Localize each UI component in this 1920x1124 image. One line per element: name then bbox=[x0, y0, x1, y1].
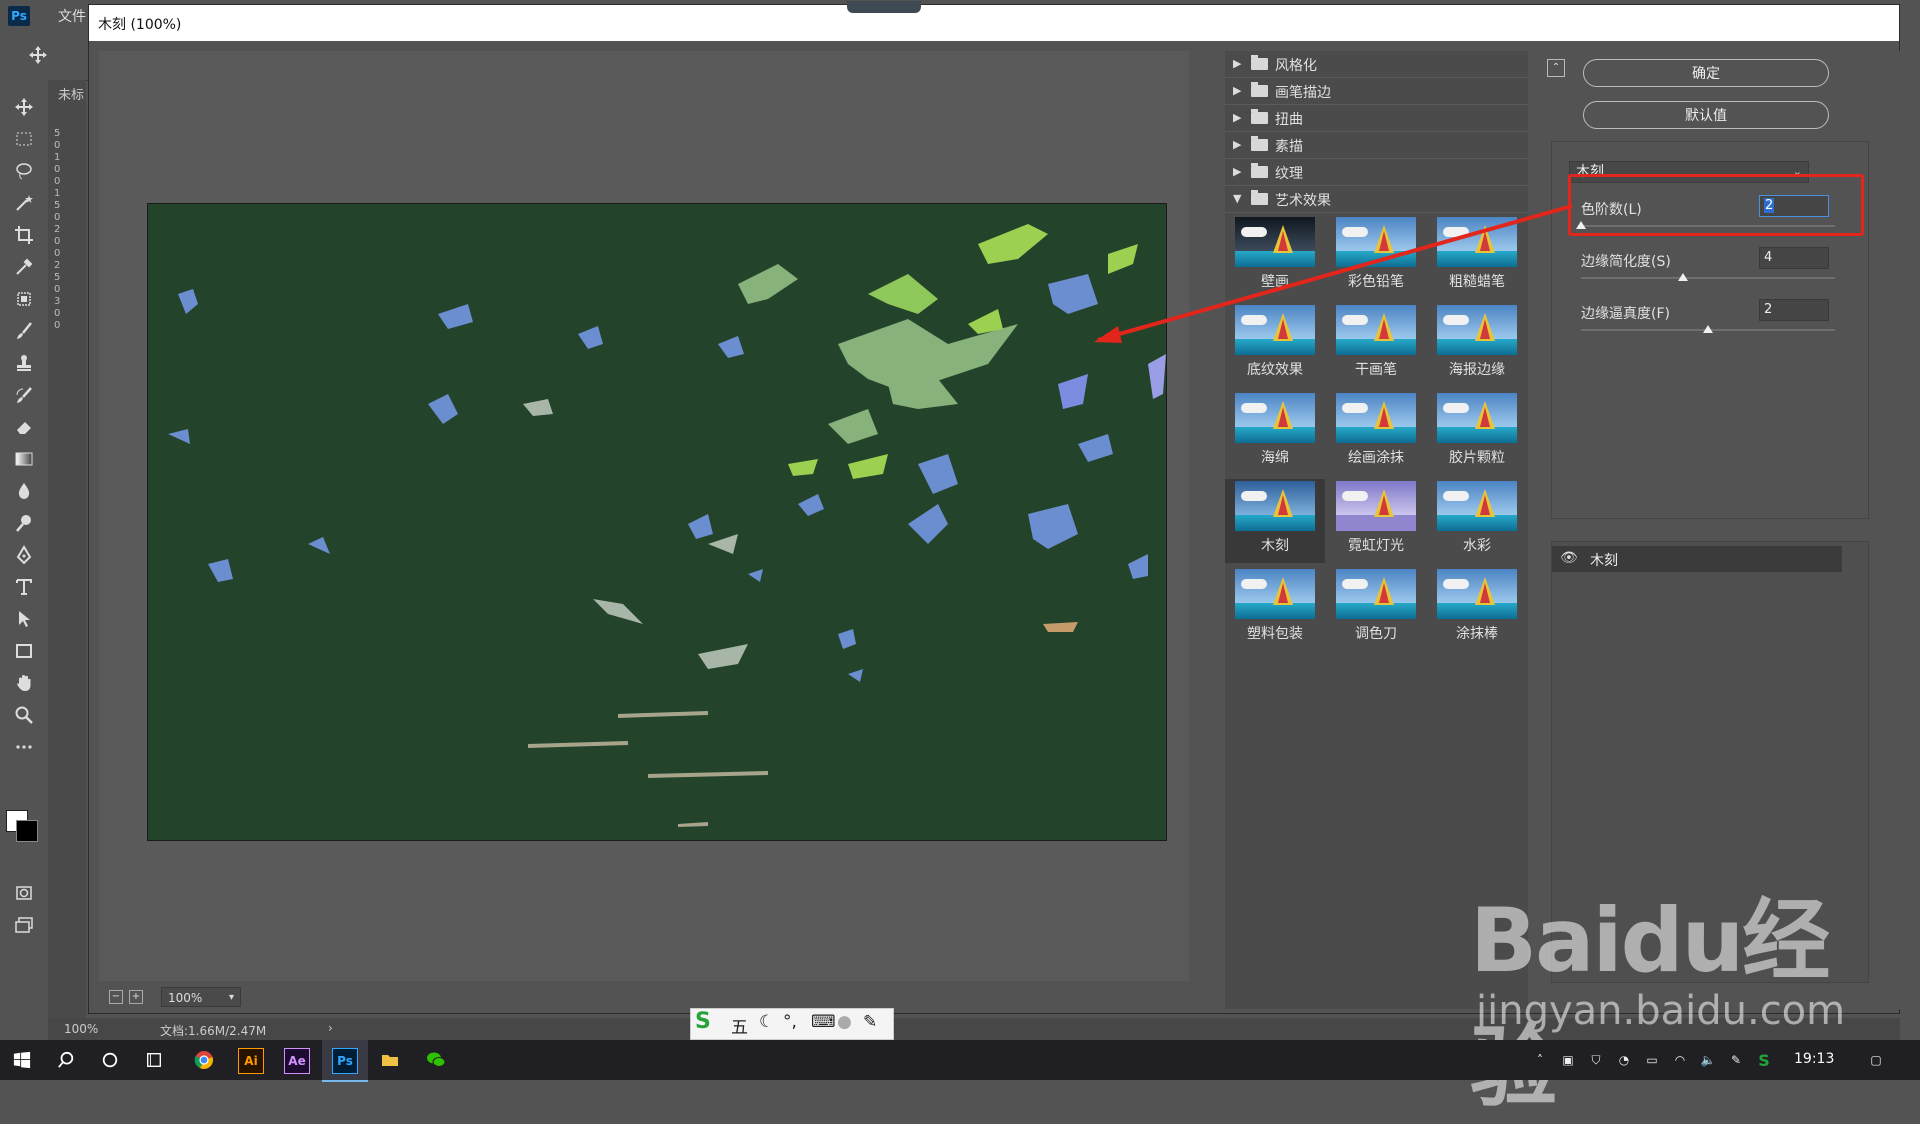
pen-tray-icon[interactable]: ✎ bbox=[1724, 1048, 1748, 1072]
wechat-icon[interactable] bbox=[424, 1048, 448, 1072]
sogou-tray-icon[interactable]: S bbox=[1752, 1048, 1776, 1072]
search-icon[interactable] bbox=[54, 1048, 78, 1072]
task-view-icon[interactable] bbox=[142, 1048, 166, 1072]
after-effects-icon[interactable]: Ae bbox=[284, 1048, 310, 1074]
security-shield-icon[interactable]: ⛉ bbox=[1584, 1048, 1608, 1072]
clock-time[interactable]: 19:13 bbox=[1794, 1051, 1834, 1067]
windows-taskbar: Ai Ae Ps ˄ ▣ ⛉ ◔ ▭ ◠ 🔈 ✎ S 19:13 ▢ bbox=[0, 1040, 1920, 1082]
tray-app-icon[interactable]: ▣ bbox=[1556, 1048, 1580, 1072]
user-icon[interactable]: ● bbox=[837, 1012, 852, 1032]
wifi-icon[interactable]: ◠ bbox=[1668, 1048, 1692, 1072]
ime-mode[interactable]: 五 bbox=[731, 1013, 748, 1038]
file-explorer-icon[interactable] bbox=[378, 1048, 402, 1072]
baidu-watermark: Baidu经验 jingyan.baidu.com bbox=[1470, 870, 1900, 1119]
windows-start-icon[interactable] bbox=[10, 1048, 34, 1072]
watermark-url: jingyan.baidu.com bbox=[1476, 988, 1846, 1034]
punctuation-icon[interactable]: °, bbox=[783, 1012, 797, 1032]
notification-icon[interactable]: ▢ bbox=[1864, 1048, 1888, 1072]
illustrator-icon[interactable]: Ai bbox=[238, 1048, 264, 1074]
photoshop-icon[interactable]: Ps bbox=[332, 1048, 358, 1074]
battery-icon[interactable]: ▭ bbox=[1640, 1048, 1664, 1072]
volume-icon[interactable]: 🔈 bbox=[1696, 1048, 1720, 1072]
keyboard-icon[interactable]: ⌨ bbox=[811, 1012, 836, 1032]
sogou-logo-icon[interactable]: S bbox=[695, 1009, 721, 1037]
moon-icon[interactable]: ☾ bbox=[759, 1012, 774, 1032]
chevron-up-icon[interactable]: ˄ bbox=[1528, 1048, 1552, 1072]
network-icon[interactable]: ◔ bbox=[1612, 1048, 1636, 1072]
wrench-icon[interactable]: ✎ bbox=[863, 1012, 877, 1032]
cortana-icon[interactable] bbox=[98, 1048, 122, 1072]
ime-toolbar: S 五 ☾ °, ⌨ ● ✎ bbox=[690, 1008, 894, 1040]
chrome-icon[interactable] bbox=[192, 1048, 216, 1072]
